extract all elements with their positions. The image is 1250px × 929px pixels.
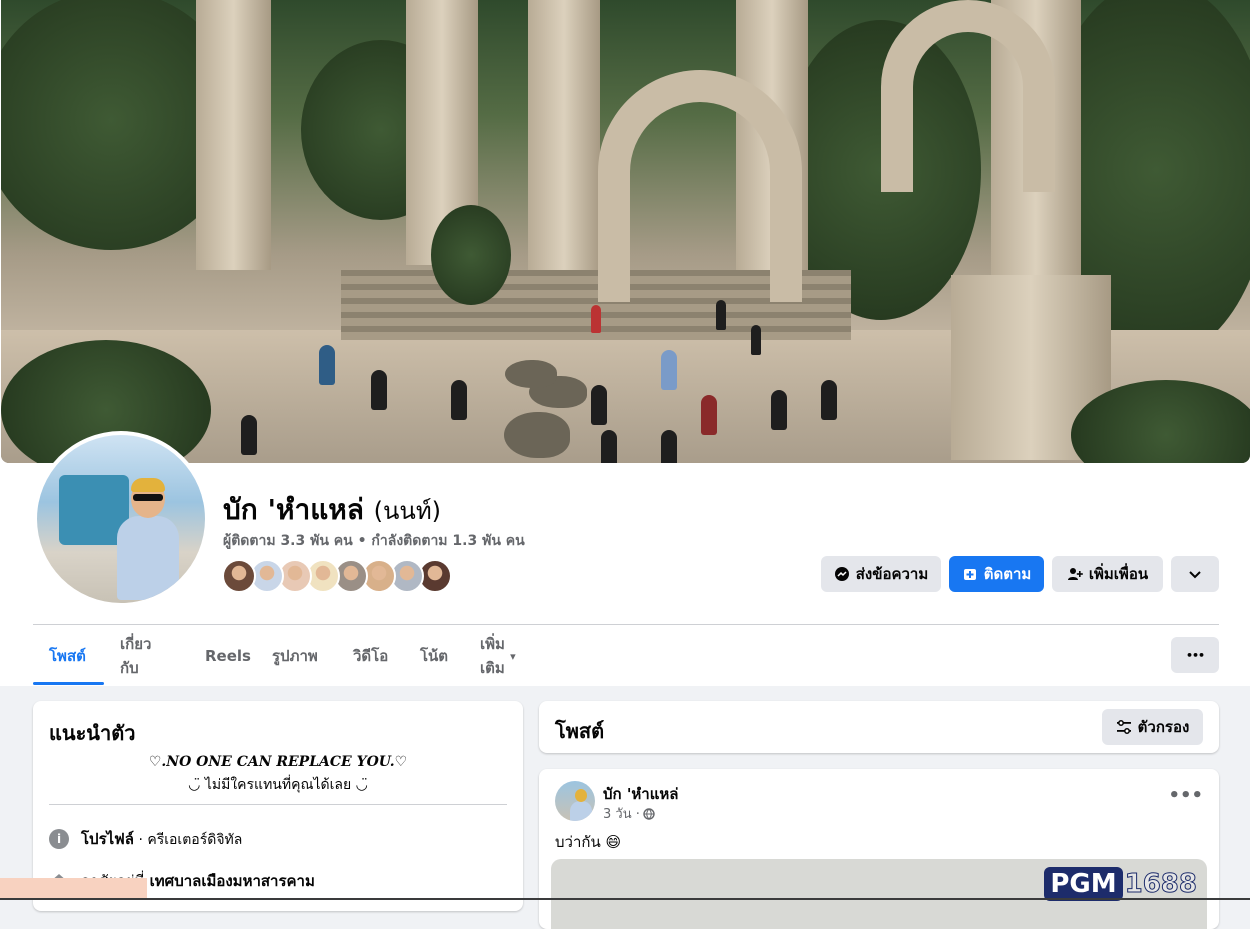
message-button-label: ส่งข้อความ bbox=[855, 565, 929, 583]
tab-notes[interactable]: โน้ต bbox=[420, 630, 448, 682]
tab-videos[interactable]: วิดีโอ bbox=[353, 630, 388, 682]
cover-person bbox=[451, 380, 467, 420]
cover-person bbox=[751, 325, 761, 355]
cover-person bbox=[371, 370, 387, 410]
cover-person bbox=[661, 430, 677, 463]
profile-nickname: (นนท์) bbox=[373, 497, 441, 525]
post-author-avatar[interactable] bbox=[555, 781, 595, 821]
post-image[interactable]: PGM 1688 bbox=[551, 859, 1207, 929]
cover-person bbox=[601, 430, 617, 463]
add-friend-button[interactable]: เพิ่มเพื่อน bbox=[1052, 556, 1163, 592]
ad-logo-brand: PGM bbox=[1044, 867, 1123, 901]
filter-icon bbox=[1116, 720, 1131, 734]
ellipsis-icon: ••• bbox=[1185, 648, 1205, 662]
cover-person bbox=[241, 415, 257, 455]
tab-posts[interactable]: โพสต์ bbox=[49, 630, 86, 682]
ad-logo-number: 1688 bbox=[1124, 869, 1197, 900]
overlay-strip bbox=[0, 878, 147, 900]
cover-rock bbox=[504, 412, 570, 458]
tab-reels[interactable]: Reels bbox=[205, 630, 251, 682]
more-options-button[interactable] bbox=[1171, 556, 1219, 592]
follow-button-label: ติดตาม bbox=[983, 565, 1032, 583]
profile-picture[interactable] bbox=[33, 431, 209, 607]
cover-person bbox=[771, 390, 787, 430]
profile-label: โปรไฟล์ bbox=[81, 830, 134, 848]
cover-person bbox=[716, 300, 726, 330]
tabs-overflow-button[interactable]: ••• bbox=[1171, 637, 1219, 673]
intro-divider bbox=[49, 804, 507, 805]
post-options-icon[interactable]: ••• bbox=[1168, 785, 1203, 806]
posts-title: โพสต์ bbox=[555, 719, 605, 743]
post-time-text: 3 วัน · bbox=[603, 807, 640, 822]
follow-icon bbox=[963, 569, 976, 580]
cover-photo[interactable] bbox=[1, 0, 1250, 463]
intro-profile-row: i โปรไฟล์ · ครีเอเตอร์ดิจิทัล bbox=[49, 827, 242, 851]
globe-icon bbox=[643, 807, 655, 820]
chevron-down-icon bbox=[1189, 571, 1201, 579]
cover-rock bbox=[505, 360, 557, 388]
tab-more[interactable]: เพิ่มเติม ▾ bbox=[480, 630, 516, 682]
cover-person bbox=[591, 305, 601, 333]
profile-category: · ครีเอเตอร์ดิจิทัล bbox=[134, 832, 243, 848]
message-button[interactable]: ส่งข้อความ bbox=[821, 556, 941, 592]
info-icon: i bbox=[49, 829, 69, 849]
location-value[interactable]: เทศบาลเมืองมหาสารคาม bbox=[144, 872, 315, 890]
cover-person bbox=[591, 385, 607, 425]
cover-person bbox=[661, 350, 677, 390]
follow-button[interactable]: ติดตาม bbox=[949, 556, 1044, 592]
posts-header-card: โพสต์ ตัวกรอง bbox=[539, 701, 1219, 753]
filter-button[interactable]: ตัวกรอง bbox=[1102, 709, 1203, 745]
tab-more-label: เพิ่มเติม bbox=[480, 635, 505, 677]
post-text: บว่ากัน 😄 bbox=[555, 833, 622, 851]
tab-photos[interactable]: รูปภาพ bbox=[272, 630, 318, 682]
header-divider bbox=[33, 624, 1219, 625]
caret-down-icon: ▾ bbox=[510, 649, 516, 663]
add-friend-icon bbox=[1067, 568, 1083, 580]
follower-stats[interactable]: ผู้ติดตาม 3.3 พัน คน • กำลังติดตาม 1.3 พ… bbox=[223, 530, 525, 552]
cover-shrub bbox=[431, 205, 511, 305]
cover-arch bbox=[598, 70, 802, 302]
avatar-image bbox=[37, 435, 205, 603]
intro-title: แนะนำตัว bbox=[49, 721, 136, 745]
tab-about[interactable]: เกี่ยวกับ bbox=[120, 630, 151, 682]
post-card: บัก 'หำแหล่ 3 วัน · ••• บว่ากัน 😄 PGM 16… bbox=[539, 769, 1219, 929]
active-tab-indicator bbox=[33, 682, 104, 685]
friend-avatar[interactable] bbox=[222, 559, 256, 593]
cover-person bbox=[319, 345, 335, 385]
cover-pillar bbox=[196, 0, 271, 270]
cover-arch bbox=[881, 0, 1055, 192]
post-timestamp[interactable]: 3 วัน · bbox=[603, 803, 655, 824]
avatar-person bbox=[117, 478, 179, 600]
cover-pillar bbox=[528, 0, 600, 270]
ad-logo: PGM 1688 bbox=[1044, 867, 1198, 901]
cover-person bbox=[701, 395, 717, 435]
messenger-icon bbox=[834, 567, 849, 581]
profile-name: บัก 'หำแหล่ (นนท์) bbox=[223, 488, 441, 532]
profile-name-text: บัก 'หำแหล่ bbox=[223, 493, 364, 526]
cover-person bbox=[821, 380, 837, 420]
bio-line-2: ◡̈ ไม่มีใครแทนที่คุณได้เลย ◡̈ bbox=[188, 777, 368, 793]
filter-button-label: ตัวกรอง bbox=[1137, 718, 1190, 736]
bio-line-1: ♡.NO ONE CAN REPLACE YOU.♡ bbox=[148, 754, 408, 770]
add-friend-button-label: เพิ่มเพื่อน bbox=[1088, 565, 1149, 583]
